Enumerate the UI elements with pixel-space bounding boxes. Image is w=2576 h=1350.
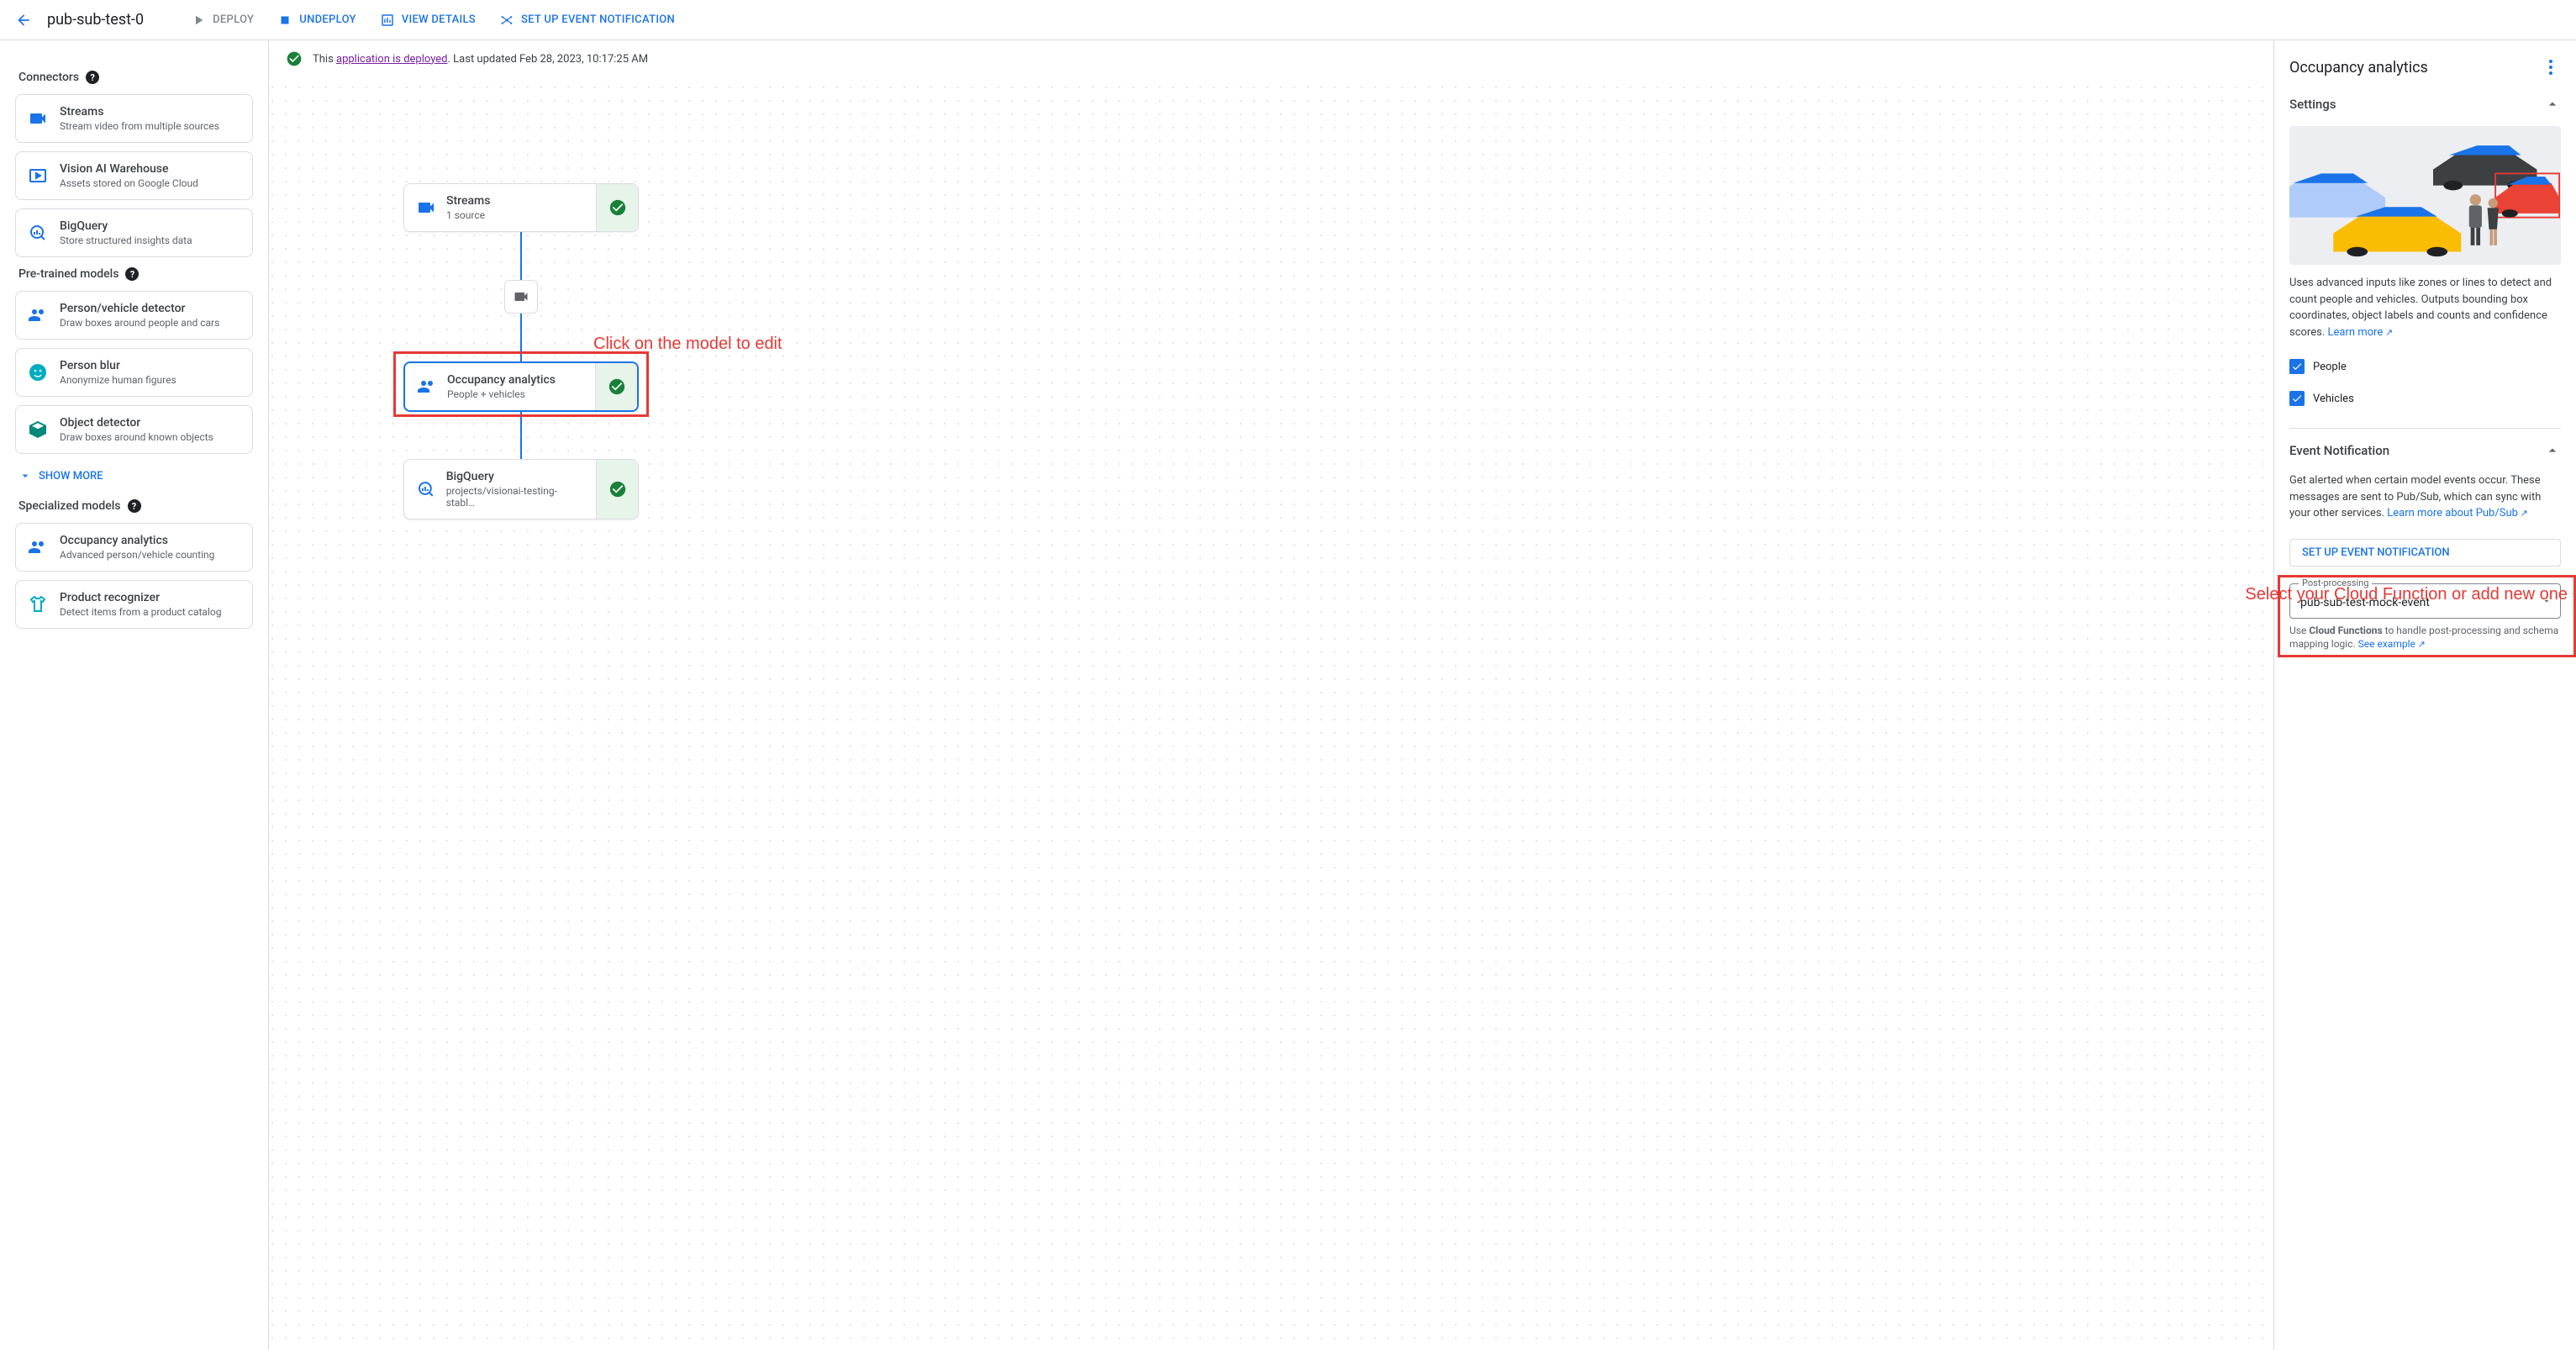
learn-pubsub-link[interactable]: Learn more about Pub/Sub (2387, 507, 2528, 519)
deploy-button: DEPLOY (181, 5, 264, 35)
node-streams[interactable]: Streams1 source (403, 183, 639, 232)
connector-warehouse[interactable]: Vision AI WarehouseAssets stored on Goog… (15, 151, 253, 200)
status-ok-icon (596, 460, 638, 519)
checkbox-icon (2289, 391, 2305, 406)
illustration-image (2289, 126, 2561, 265)
help-icon[interactable]: ? (128, 499, 141, 513)
bigquery-icon (28, 223, 48, 243)
page-title: pub-sub-test-0 (47, 11, 144, 29)
show-more-button[interactable]: SHOW MORE (15, 462, 253, 489)
event-notification-section-toggle[interactable]: Event Notification (2289, 439, 2561, 462)
status-ok-icon (596, 184, 638, 231)
back-button[interactable] (7, 3, 40, 37)
setup-event-notification-button[interactable]: SET UP EVENT NOTIFICATION (489, 5, 685, 35)
chevron-up-icon (2544, 96, 2561, 113)
model-person-vehicle-detector[interactable]: Person/vehicle detectorDraw boxes around… (15, 291, 253, 340)
model-object-detector[interactable]: Object detectorDraw boxes around known o… (15, 405, 253, 454)
people-icon (417, 377, 437, 397)
model-occupancy-analytics[interactable]: Occupancy analyticsAdvanced person/vehic… (15, 523, 253, 572)
learn-more-link[interactable]: Learn more (2327, 326, 2393, 339)
undeploy-button[interactable]: UNDEPLOY (267, 5, 366, 35)
node-occupancy-analytics[interactable]: Occupancy analyticsPeople + vehicles (403, 361, 639, 412)
face-icon (28, 362, 48, 382)
graph-canvas[interactable]: This application is deployed. Last updat… (269, 40, 2273, 1350)
settings-section-toggle[interactable]: Settings (2289, 92, 2561, 116)
checkbox-icon (2289, 359, 2305, 374)
videocam-icon (28, 108, 48, 129)
cube-icon (28, 419, 48, 440)
checkbox-people[interactable]: People (2289, 359, 2561, 374)
help-icon[interactable]: ? (125, 267, 139, 281)
shirt-icon (28, 594, 48, 614)
event-description: Get alerted when certain model events oc… (2289, 472, 2561, 522)
view-details-button[interactable]: VIEW DETAILS (370, 5, 486, 35)
node-bigquery[interactable]: BigQueryprojects/visionai-testing-stabl… (403, 459, 639, 519)
helper-text: Use Cloud Functions to handle post-proce… (2289, 624, 2561, 652)
help-icon[interactable]: ? (86, 71, 99, 84)
connector-streams[interactable]: StreamsStream video from multiple source… (15, 94, 253, 143)
chevron-up-icon (2544, 442, 2561, 459)
right-panel: Occupancy analytics Settings (2273, 40, 2576, 1350)
people-icon (28, 305, 48, 325)
videocam-icon (416, 198, 436, 218)
checkbox-vehicles[interactable]: Vehicles (2289, 391, 2561, 406)
model-product-recognizer[interactable]: Product recognizerDetect items from a pr… (15, 580, 253, 629)
bigquery-icon (416, 479, 436, 499)
annotation-text-model: Click on the model to edit (593, 335, 782, 354)
see-example-link[interactable]: See example (2358, 638, 2426, 650)
model-person-blur[interactable]: Person blurAnonymize human figures (15, 348, 253, 397)
section-specialized: Specialized models ? (18, 499, 253, 513)
setup-event-notification-panel-button[interactable]: SET UP EVENT NOTIFICATION (2289, 539, 2561, 567)
more-options-button[interactable] (2541, 57, 2561, 77)
panel-description: Uses advanced inputs like zones or lines… (2289, 275, 2561, 340)
panel-title: Occupancy analytics (2289, 59, 2428, 76)
play-box-icon (28, 166, 48, 186)
people-icon (28, 537, 48, 557)
video-junction-icon (504, 280, 538, 314)
status-ok-icon (595, 363, 637, 410)
section-connectors: Connectors ? (18, 71, 253, 84)
sidebar: Connectors ? StreamsStream video from mu… (0, 40, 269, 1350)
status-bar: This application is deployed. Last updat… (269, 40, 2273, 77)
section-pretrained: Pre-trained models ? (18, 267, 253, 281)
deployed-link[interactable]: application is deployed (336, 53, 448, 66)
connector-bigquery[interactable]: BigQueryStore structured insights data (15, 208, 253, 257)
annotation-text-cloud-function: Select your Cloud Function or add new on… (2245, 585, 2568, 604)
